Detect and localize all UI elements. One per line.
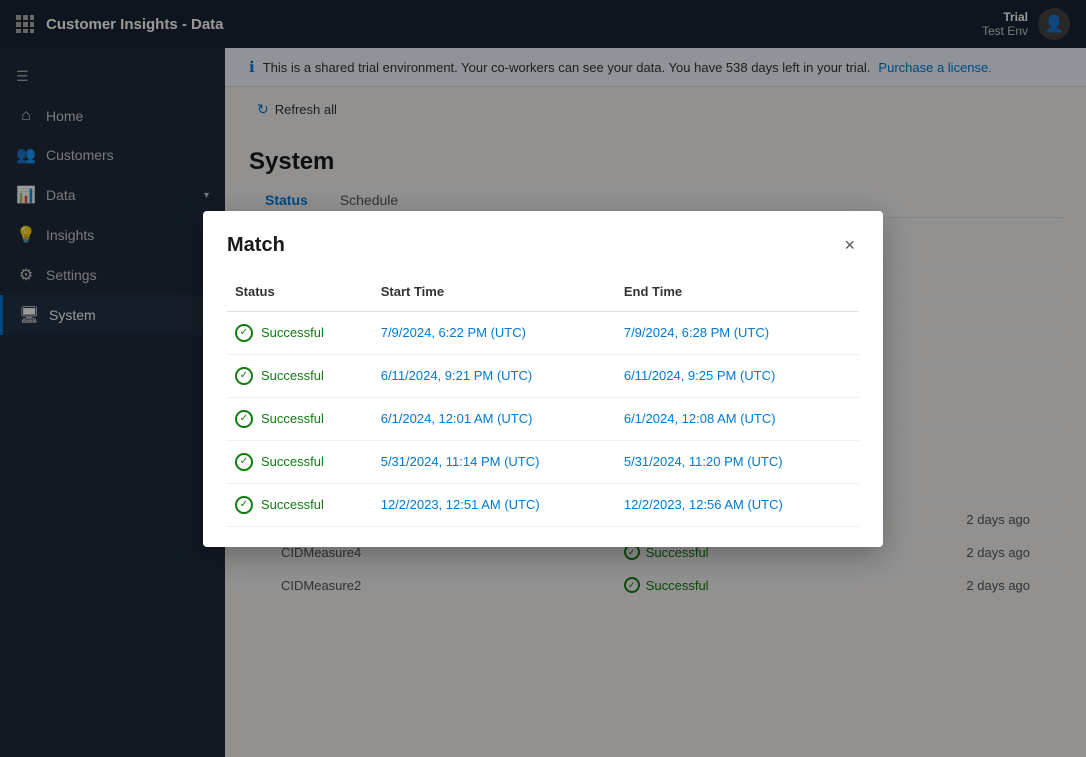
check-icon: ✓ xyxy=(235,367,253,385)
status-text: Successful xyxy=(261,497,324,512)
end-time: 6/1/2024, 12:08 AM (UTC) xyxy=(616,397,859,440)
start-time: 6/11/2024, 9:21 PM (UTC) xyxy=(373,354,616,397)
check-icon: ✓ xyxy=(235,453,253,471)
modal-body: Status Start Time End Time ✓ Successful … xyxy=(203,276,883,547)
modal-overlay[interactable]: Match × Status Start Time End Time ✓ Suc… xyxy=(0,0,1086,757)
start-time: 6/1/2024, 12:01 AM (UTC) xyxy=(373,397,616,440)
col-header-start: Start Time xyxy=(373,276,616,312)
check-icon: ✓ xyxy=(235,410,253,428)
col-header-end: End Time xyxy=(616,276,859,312)
table-row: ✓ Successful 6/11/2024, 9:21 PM (UTC) 6/… xyxy=(227,354,859,397)
check-icon: ✓ xyxy=(235,324,253,342)
status-cell: ✓ Successful xyxy=(227,483,373,526)
table-row: ✓ Successful 12/2/2023, 12:51 AM (UTC) 1… xyxy=(227,483,859,526)
col-header-status: Status xyxy=(227,276,373,312)
check-icon: ✓ xyxy=(235,496,253,514)
table-row: ✓ Successful 6/1/2024, 12:01 AM (UTC) 6/… xyxy=(227,397,859,440)
start-time: 12/2/2023, 12:51 AM (UTC) xyxy=(373,483,616,526)
end-time: 5/31/2024, 11:20 PM (UTC) xyxy=(616,440,859,483)
status-text: Successful xyxy=(261,454,324,469)
match-modal: Match × Status Start Time End Time ✓ Suc… xyxy=(203,211,883,547)
modal-close-button[interactable]: × xyxy=(840,231,859,260)
table-row: ✓ Successful 5/31/2024, 11:14 PM (UTC) 5… xyxy=(227,440,859,483)
start-time: 5/31/2024, 11:14 PM (UTC) xyxy=(373,440,616,483)
status-text: Successful xyxy=(261,325,324,340)
modal-table: Status Start Time End Time ✓ Successful … xyxy=(227,276,859,527)
modal-header: Match × xyxy=(203,211,883,276)
status-text: Successful xyxy=(261,411,324,426)
modal-title: Match xyxy=(227,234,285,257)
status-cell: ✓ Successful xyxy=(227,397,373,440)
table-row: ✓ Successful 7/9/2024, 6:22 PM (UTC) 7/9… xyxy=(227,311,859,354)
status-cell: ✓ Successful xyxy=(227,311,373,354)
end-time: 6/11/2024, 9:25 PM (UTC) xyxy=(616,354,859,397)
status-cell: ✓ Successful xyxy=(227,354,373,397)
end-time: 7/9/2024, 6:28 PM (UTC) xyxy=(616,311,859,354)
status-text: Successful xyxy=(261,368,324,383)
start-time: 7/9/2024, 6:22 PM (UTC) xyxy=(373,311,616,354)
status-cell: ✓ Successful xyxy=(227,440,373,483)
end-time: 12/2/2023, 12:56 AM (UTC) xyxy=(616,483,859,526)
